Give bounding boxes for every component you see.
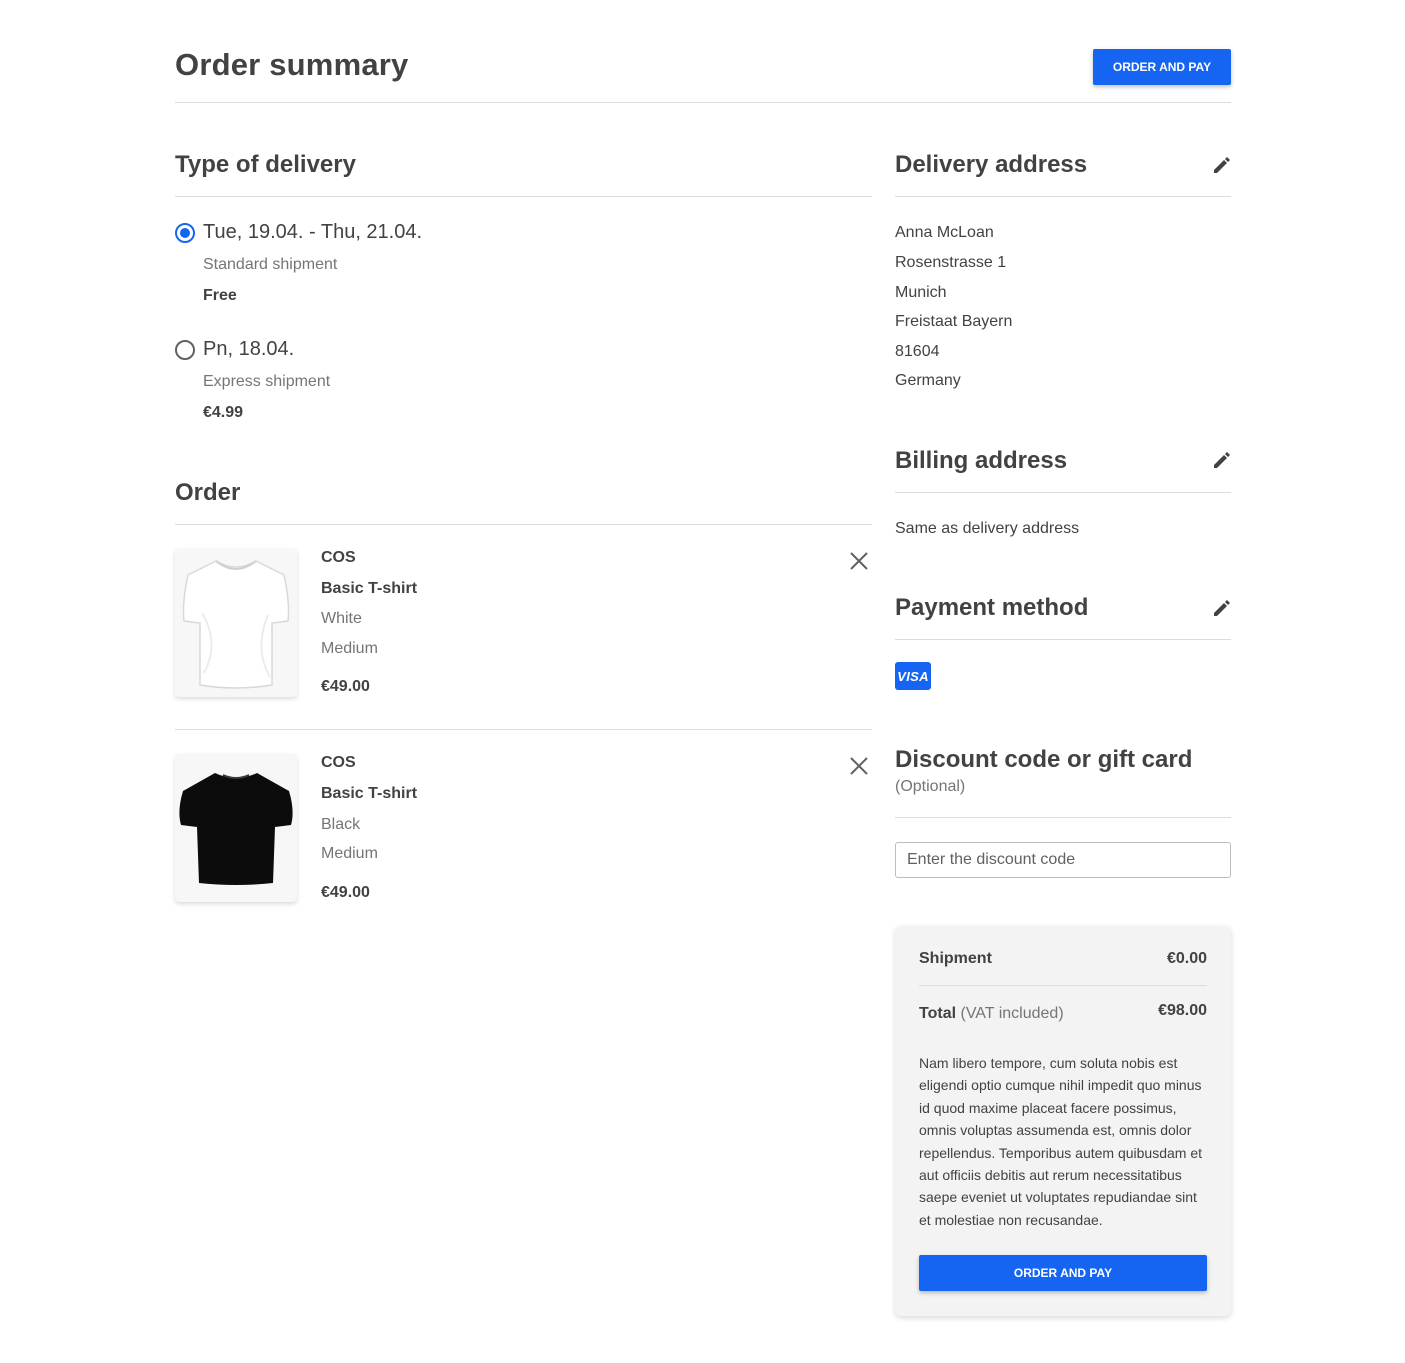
delivery-type-divider [175, 196, 872, 197]
billing-address-text: Same as delivery address [895, 520, 1080, 537]
remove-item-close-icon[interactable] [848, 755, 870, 777]
order-divider [175, 524, 872, 525]
address-line: Germany [895, 372, 961, 389]
black-tshirt-image [175, 754, 297, 902]
page-title: Order summary [175, 47, 409, 82]
item-divider [175, 729, 872, 730]
shipment-value: €0.00 [1166, 950, 1207, 967]
order-title: Order [175, 479, 241, 506]
summary-note: Nam libero tempore, cum soluta nobis est… [919, 1055, 1203, 1228]
item-size: Medium [321, 845, 378, 862]
order-summary-card: Shipment €0.00 Total (VAT included) €98.… [895, 926, 1231, 1316]
delivery-address-title: Delivery address [895, 151, 1088, 178]
standard-price: Free [203, 287, 237, 304]
discount-divider [895, 817, 1231, 818]
item-brand: COS [321, 549, 356, 566]
item-name[interactable]: Basic T-shirt [321, 580, 417, 598]
discount-title: Discount code or gift card [895, 746, 1193, 773]
item-price: €49.00 [321, 884, 370, 901]
edit-billing-address-pencil-icon[interactable] [1212, 450, 1232, 470]
discount-optional-label: (Optional) [895, 778, 966, 795]
billing-address-title: Billing address [895, 447, 1068, 474]
total-label-row: Total (VAT included) [919, 1005, 1064, 1023]
item-price: €49.00 [321, 678, 370, 695]
order-and-pay-button-top[interactable]: ORDER AND PAY [1093, 49, 1231, 85]
item-size: Medium [321, 640, 378, 657]
delivery-address-divider [895, 196, 1231, 197]
payment-method-divider [895, 639, 1231, 640]
payment-method-title: Payment method [895, 594, 1089, 621]
total-value: €98.00 [1158, 1002, 1207, 1019]
standard-date: Tue, 19.04. - Thu, 21.04. [203, 221, 423, 243]
delivery-type-title: Type of delivery [175, 151, 356, 178]
edit-payment-method-pencil-icon[interactable] [1212, 598, 1232, 618]
radio-express[interactable] [175, 340, 195, 360]
shipment-label: Shipment [919, 950, 992, 967]
summary-divider [919, 985, 1207, 986]
standard-type: Standard shipment [203, 256, 338, 273]
item-brand: COS [321, 754, 356, 771]
header-divider [175, 102, 1231, 103]
remove-item-close-icon[interactable] [848, 550, 870, 572]
tshirt-icon [182, 560, 290, 689]
item-color: White [321, 610, 362, 627]
order-and-pay-button[interactable]: ORDER AND PAY [919, 1255, 1207, 1291]
total-label: Total [919, 1005, 957, 1022]
discount-code-input[interactable] [895, 842, 1231, 878]
vat-note: (VAT included) [960, 1005, 1064, 1022]
item-color: Black [321, 816, 361, 833]
tshirt-icon [179, 773, 293, 885]
white-tshirt-image [175, 549, 297, 697]
address-line: Anna McLoan [895, 224, 994, 241]
item-name[interactable]: Basic T-shirt [321, 785, 417, 803]
express-date: Pn, 18.04. [203, 338, 295, 360]
address-line: 81604 [895, 343, 940, 360]
address-line: Rosenstrasse 1 [895, 254, 1007, 271]
billing-address-divider [895, 492, 1231, 493]
edit-delivery-address-pencil-icon[interactable] [1212, 155, 1232, 175]
radio-standard[interactable] [175, 223, 195, 243]
visa-card-icon: VISA [895, 662, 931, 690]
express-price: €4.99 [203, 404, 244, 421]
address-line: Freistaat Bayern [895, 313, 1013, 330]
express-type: Express shipment [203, 373, 331, 390]
address-line: Munich [895, 284, 947, 301]
